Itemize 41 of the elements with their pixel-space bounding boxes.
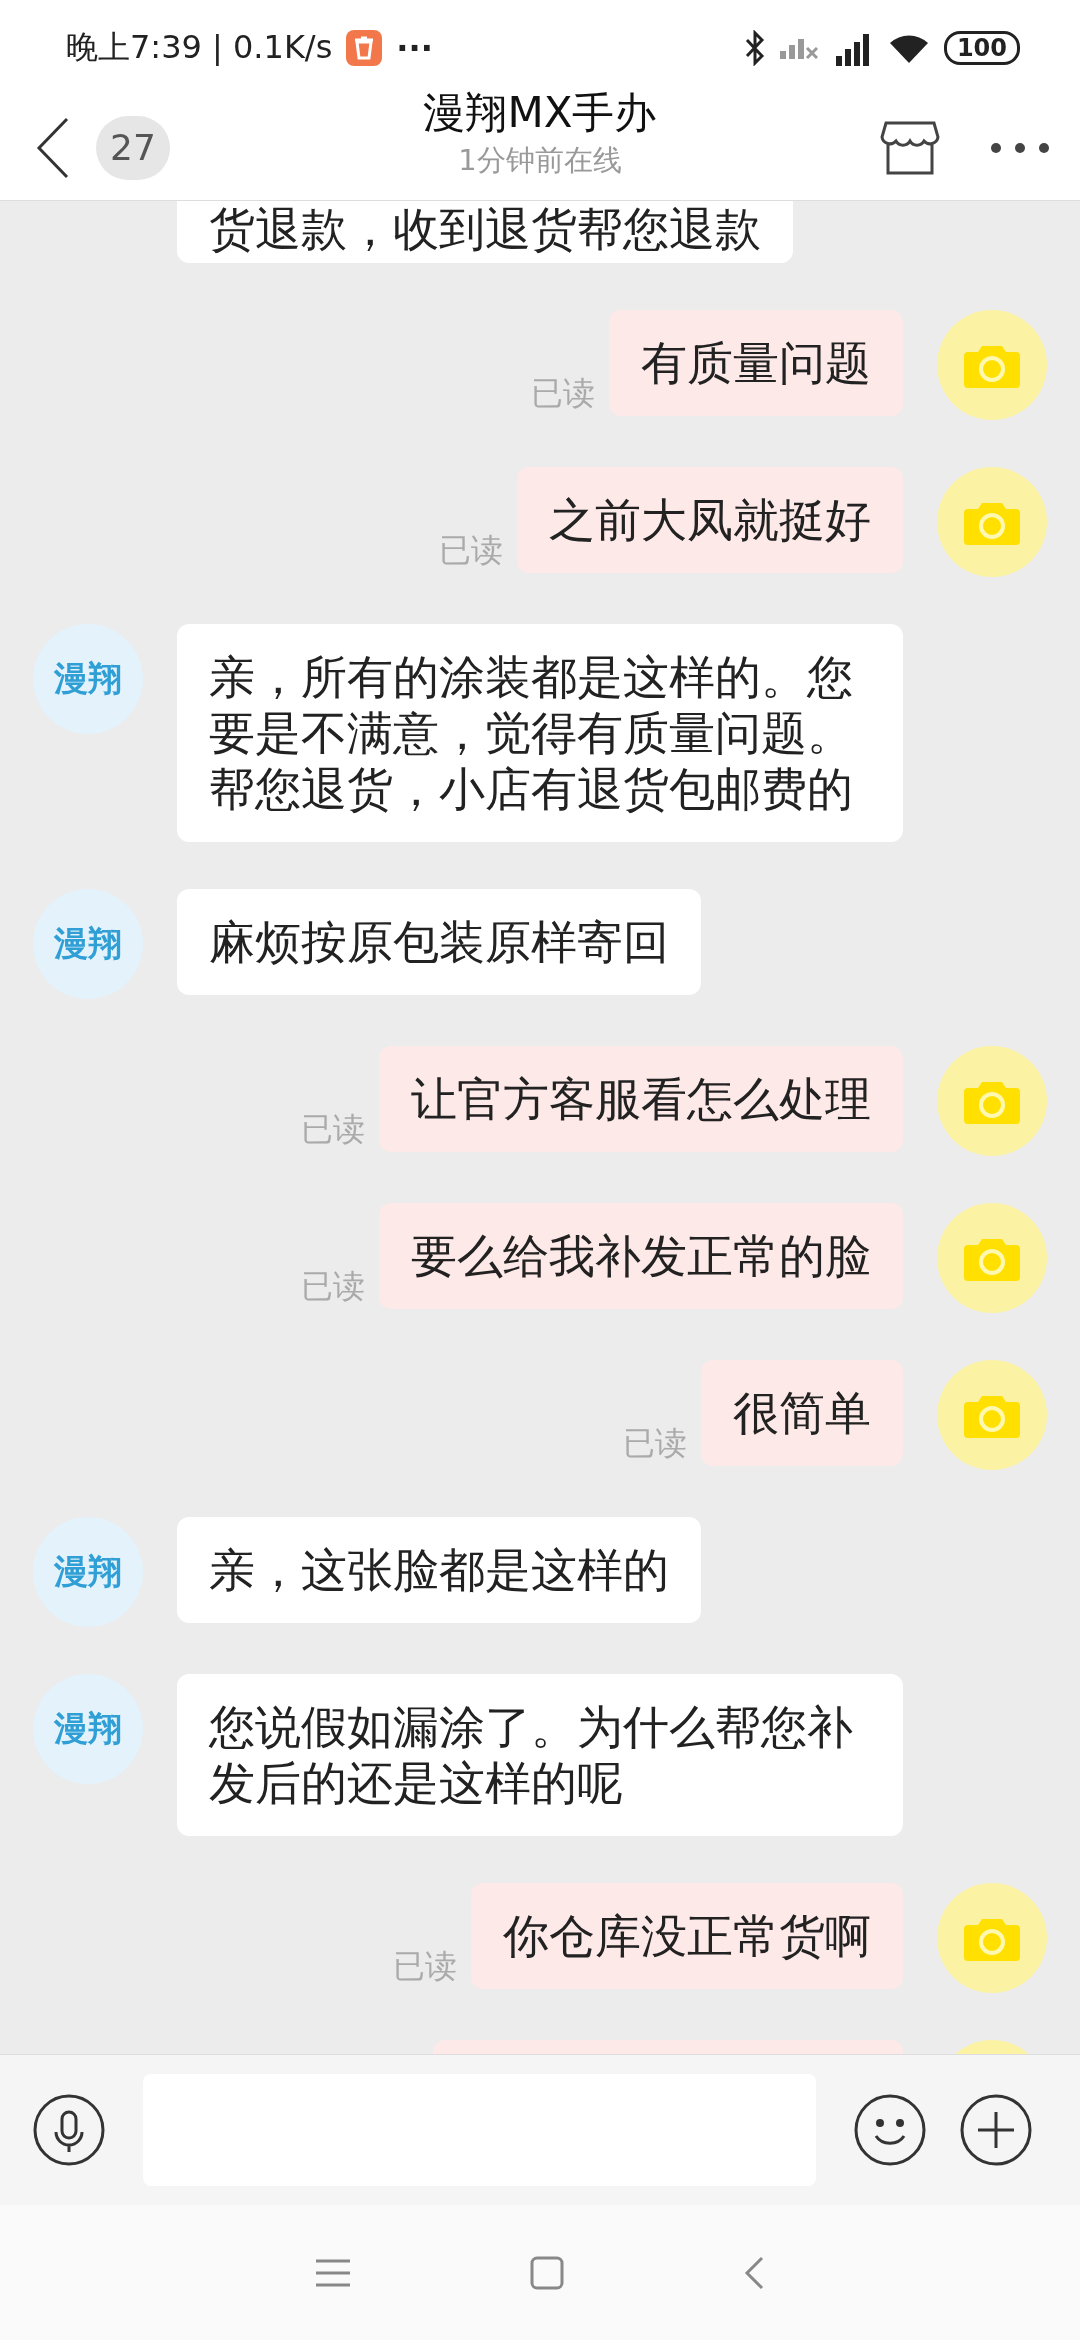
back-icon[interactable] — [36, 116, 70, 179]
unread-count: 27 — [96, 115, 170, 180]
read-receipt: 已读 — [301, 1266, 365, 1307]
read-receipt: 已读 — [531, 373, 595, 414]
voice-button[interactable] — [33, 2094, 105, 2166]
message-bubble: 有质量问题 — [609, 310, 903, 416]
shop-avatar[interactable]: 漫翔 — [33, 889, 143, 999]
online-status: 1分钟前在线 — [458, 142, 622, 179]
status-more: ··· — [396, 28, 433, 67]
home-icon[interactable] — [530, 2255, 564, 2290]
app-notification-icon — [346, 29, 383, 66]
shop-avatar[interactable]: 漫翔 — [33, 1674, 143, 1784]
message-bubble: 麻烦按原包装原样寄回 — [177, 889, 701, 995]
message-bubble: 很简单 — [701, 1360, 903, 1466]
add-button[interactable] — [960, 2094, 1032, 2166]
status-time: 晚上7:39 | 0.1K/s — [66, 26, 333, 68]
no-signal-icon — [779, 36, 818, 59]
message-bubble: 你仓库没正常货啊 — [471, 1883, 903, 1989]
menu-icon[interactable] — [316, 2258, 350, 2287]
read-receipt: 已读 — [393, 1946, 457, 1987]
chat-title: 漫翔MX手办 — [423, 87, 657, 139]
message-bubble: 让官方客服看怎么处理 — [379, 1046, 903, 1152]
read-receipt: 已读 — [301, 1109, 365, 1150]
bluetooth-icon — [743, 29, 766, 66]
read-receipt: 已读 — [439, 530, 503, 571]
message-bubble: 亲，这张脸都是这样的 — [177, 1517, 701, 1623]
message-bubble: 货退款，收到退货帮您退款 — [177, 201, 793, 263]
message-bubble: 之前大凤就挺好 — [517, 467, 903, 573]
message-bubble: 要么给我补发正常的脸 — [379, 1203, 903, 1309]
avatar-text: 漫翔 — [54, 657, 122, 700]
battery-level: 100 — [943, 30, 1020, 65]
more-icon[interactable] — [990, 141, 1050, 154]
message-bubble: 您说假如漏涂了。为什么帮您补发后的还是这样的呢 — [177, 1674, 903, 1836]
read-receipt: 已读 — [623, 1423, 687, 1464]
message-bubble: 亲，所有的涂装都是这样的。您要是不满意，觉得有质量问题。帮您退货，小店有退货包邮费的 — [177, 624, 903, 842]
avatar-text: 漫翔 — [54, 1550, 122, 1593]
avatar-text: 漫翔 — [54, 922, 122, 965]
avatar-text: 漫翔 — [54, 1707, 122, 1750]
shop-avatar[interactable]: 漫翔 — [33, 1517, 143, 1627]
emoji-button[interactable] — [854, 2094, 926, 2166]
shop-avatar[interactable]: 漫翔 — [33, 624, 143, 734]
